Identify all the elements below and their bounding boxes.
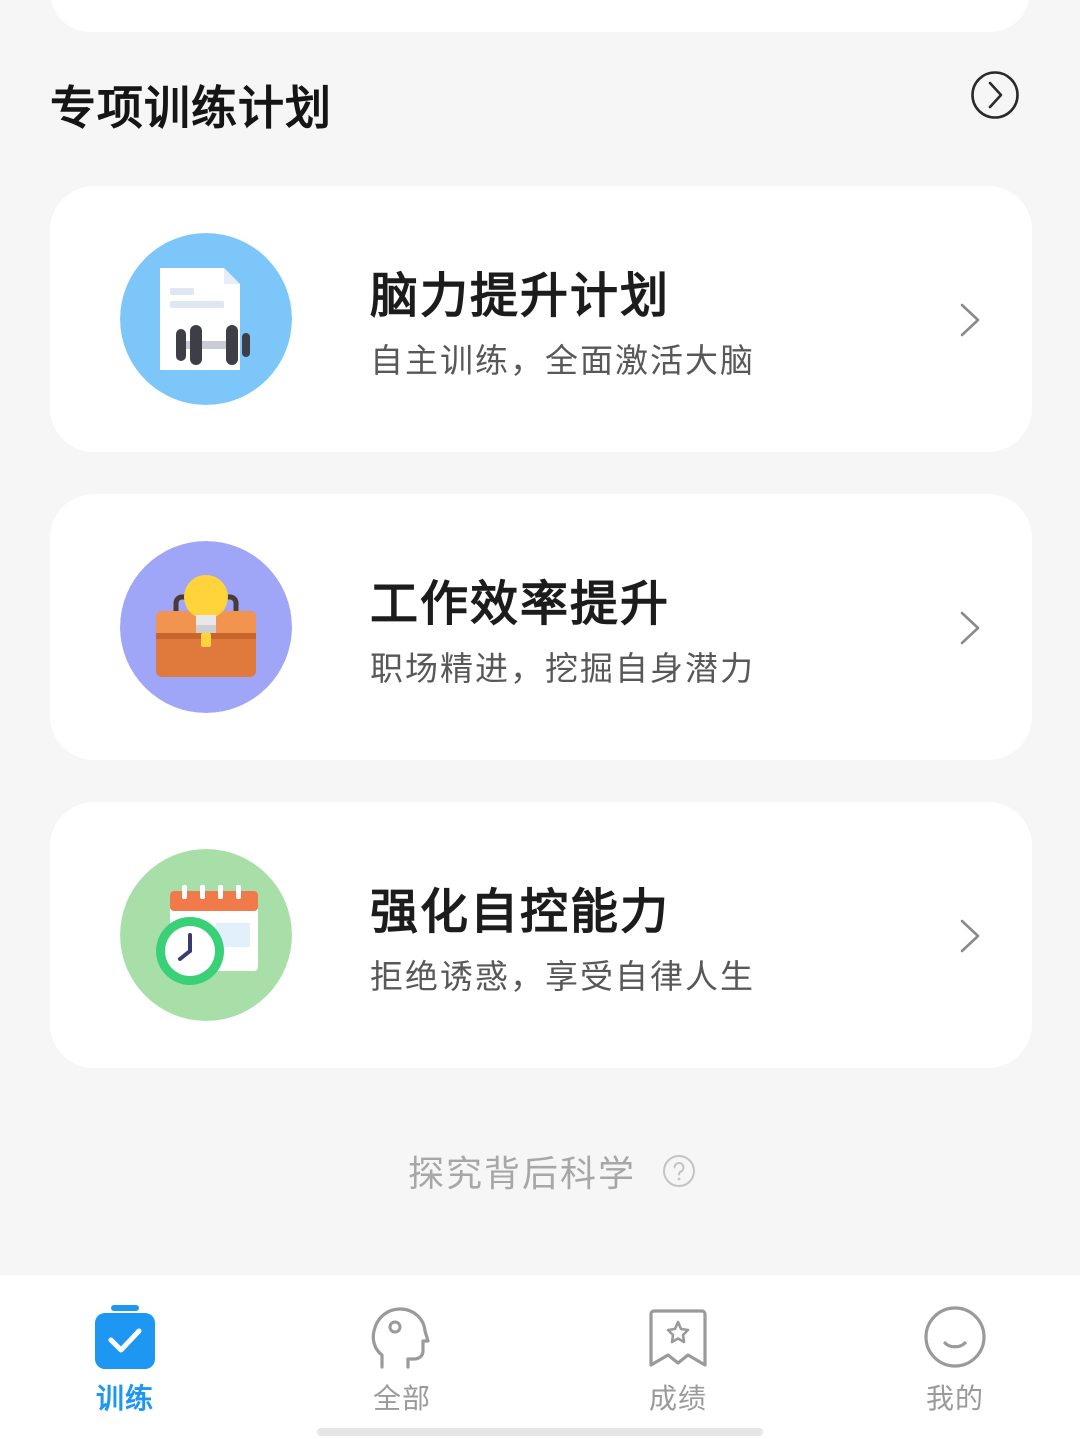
training-page: 专项训练计划 脑力提升计划 自主训练，全面激活大脑 工作效率提升 职场精进，挖掘… <box>0 0 1080 1439</box>
chevron-right-icon <box>960 919 980 953</box>
tab-label: 成绩 <box>648 1382 707 1415</box>
head-profile-icon <box>371 1307 430 1369</box>
plan-subtitle: 职场精进，挖掘自身潜力 <box>370 649 755 688</box>
explore-science-label: 探究背后科学 <box>408 1154 637 1195</box>
star-badge-icon <box>649 1309 707 1367</box>
tab-label: 训练 <box>95 1382 154 1415</box>
plan-title: 强化自控能力 <box>370 884 671 940</box>
plan-title: 工作效率提升 <box>370 576 671 632</box>
bottom-tab-bar: 训练 全部 成绩 我的 <box>0 1275 1080 1439</box>
plan-subtitle: 拒绝诱惑，享受自律人生 <box>370 957 755 996</box>
previous-card <box>50 0 1030 32</box>
document-dumbbell-icon <box>120 233 292 405</box>
tab-scores[interactable]: 成绩 <box>608 1303 748 1415</box>
tab-label: 全部 <box>372 1382 431 1415</box>
chevron-right-icon <box>960 303 980 337</box>
question-circle-icon[interactable] <box>662 1154 696 1188</box>
tab-all[interactable]: 全部 <box>332 1303 472 1415</box>
plan-card-brain[interactable]: 脑力提升计划 自主训练，全面激活大脑 <box>50 186 1032 452</box>
chevron-right-icon <box>960 611 980 645</box>
plan-title: 脑力提升计划 <box>370 268 671 324</box>
tab-training[interactable]: 训练 <box>55 1303 195 1415</box>
section-header: 专项训练计划 <box>50 70 1020 135</box>
plan-subtitle: 自主训练，全面激活大脑 <box>370 341 755 380</box>
tab-label: 我的 <box>925 1382 984 1415</box>
plan-card-efficiency[interactable]: 工作效率提升 职场精进，挖掘自身潜力 <box>50 494 1032 760</box>
home-indicator[interactable] <box>317 1428 763 1436</box>
plan-card-self-control[interactable]: 强化自控能力 拒绝诱惑，享受自律人生 <box>50 802 1032 1068</box>
section-title: 专项训练计划 <box>50 81 332 135</box>
smiley-face-icon <box>924 1306 986 1368</box>
calendar-clock-icon <box>120 849 292 1021</box>
tab-mine[interactable]: 我的 <box>885 1303 1025 1415</box>
briefcase-lightbulb-icon <box>120 541 292 713</box>
circle-chevron-right-icon[interactable] <box>970 70 1020 120</box>
checkbox-clipboard-icon <box>95 1305 155 1369</box>
explore-science-link[interactable]: 探究背后科学 <box>408 1146 696 1196</box>
